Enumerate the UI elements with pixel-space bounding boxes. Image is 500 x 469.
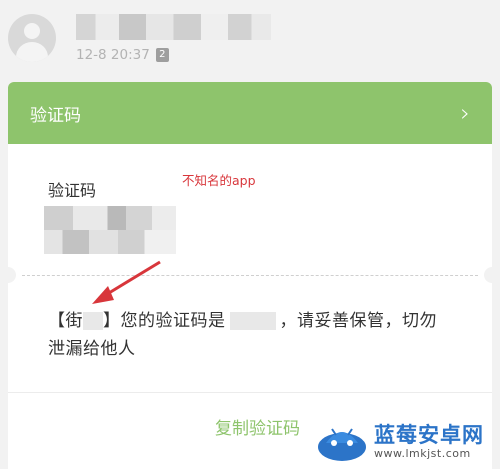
message-time: 12-8 20:37	[76, 47, 150, 63]
notch-right	[484, 267, 492, 283]
notch-left	[8, 267, 16, 283]
message-prefix: 【街	[48, 311, 83, 331]
code-value-redacted	[44, 206, 176, 254]
avatar-body-shape	[16, 42, 48, 62]
blueberry-logo-icon	[318, 428, 366, 461]
sender-name-redacted	[76, 14, 271, 40]
copy-code-button[interactable]: 复制验证码	[215, 414, 300, 439]
message-middle: 】您的验证码是	[103, 311, 226, 331]
card-separator	[8, 392, 492, 393]
verification-code-card: 验证码 › 验证码 【街 】您的验证码是 ，请妥善保管，切勿泄漏给他人 复制验证码	[8, 82, 492, 469]
message-meta: 12-8 20:37 2	[76, 46, 169, 64]
annotation-label: 不知名的app	[182, 173, 256, 188]
code-inline-redacted	[229, 312, 276, 330]
card-header[interactable]: 验证码 ›	[8, 82, 492, 144]
chevron-right-icon[interactable]: ›	[460, 99, 470, 127]
watermark: 蓝莓安卓网 www.lmkjst.com	[316, 418, 496, 466]
avatar-head-shape	[24, 23, 40, 39]
code-label: 验证码	[48, 181, 97, 200]
avatar[interactable]	[8, 14, 56, 62]
watermark-title: 蓝莓安卓网	[374, 423, 484, 447]
card-title: 验证码	[30, 105, 81, 126]
sms-message-text: 【街 】您的验证码是 ，请妥善保管，切勿泄漏给他人	[48, 307, 448, 363]
dashed-divider	[22, 275, 478, 276]
watermark-url: www.lmkjst.com	[374, 447, 471, 460]
sim-2-icon: 2	[155, 48, 169, 62]
sender-app-redacted	[83, 312, 103, 330]
